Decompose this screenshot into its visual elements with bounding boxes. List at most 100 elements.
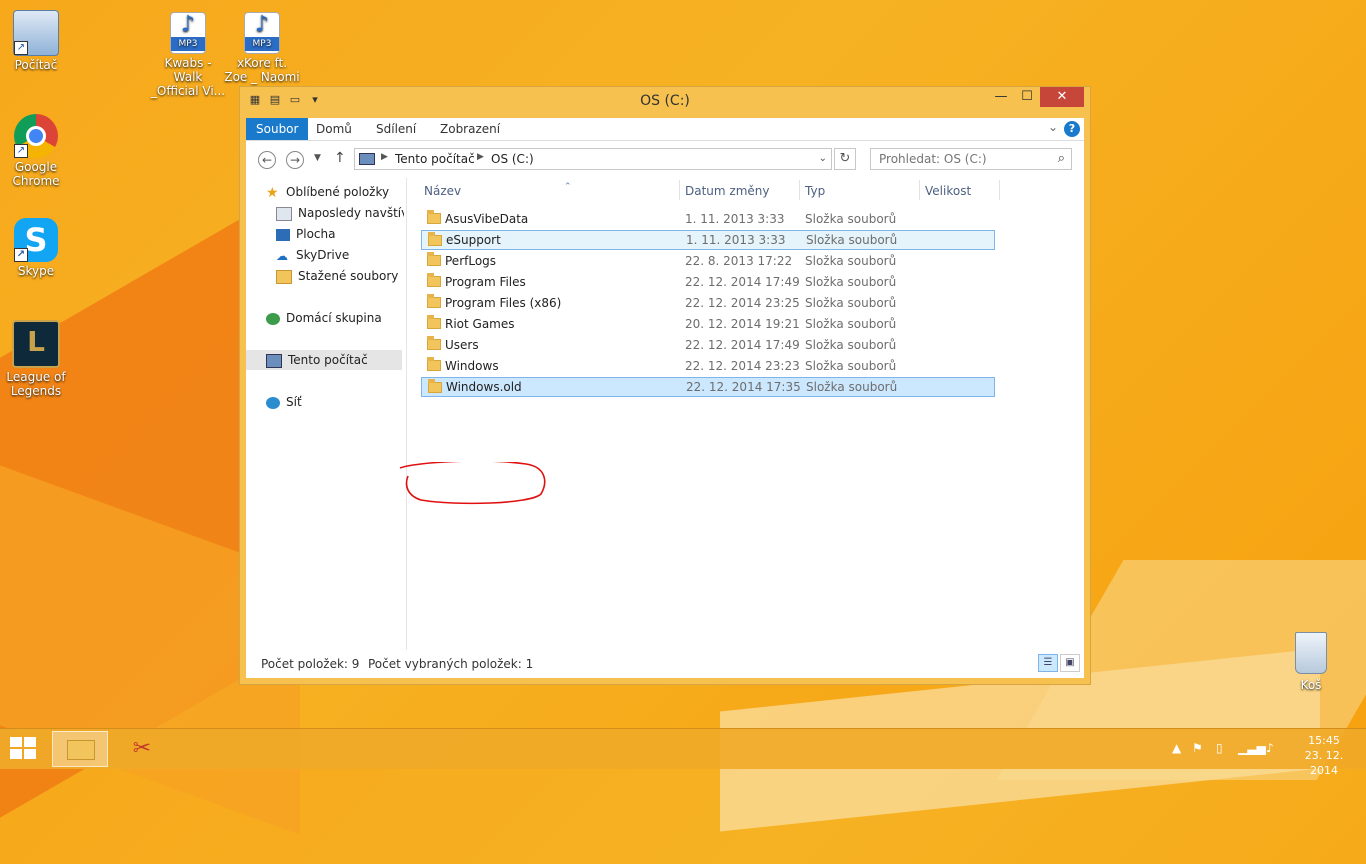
table-row[interactable]: Riot Games 20. 12. 2014 19:21 Složka sou… (421, 314, 995, 334)
nav-network[interactable]: Síť (266, 392, 302, 412)
maximize-button[interactable]: ☐ (1013, 87, 1041, 107)
tab-share[interactable]: Sdílení (366, 118, 426, 140)
league-of-legends-icon: L (12, 320, 60, 368)
explorer-window: ▦ ▤ ▭ ▾ OS (C:) — ☐ ✕ Soubor Domů Sdílen… (240, 87, 1090, 684)
nav-skydrive[interactable]: ☁ SkyDrive (276, 245, 349, 265)
nav-favorites[interactable]: ★ Oblíbené položky (266, 182, 389, 202)
desktop-icon-label: Google Chrome (12, 160, 60, 188)
desktop-icon-skype[interactable]: S ↗ Skype (0, 218, 74, 278)
sort-ascending-icon: ⌃ (564, 182, 572, 192)
column-separator[interactable] (679, 180, 680, 200)
desktop-icon-computer[interactable]: ↗ Počítač (0, 10, 74, 72)
table-row[interactable]: eSupport 1. 11. 2013 3:33 Složka souborů (421, 230, 995, 250)
column-header-date[interactable]: Datum změny (685, 184, 770, 198)
file-name: Windows.old (446, 380, 522, 394)
computer-icon (266, 353, 282, 368)
table-row[interactable]: AsusVibeData 1. 11. 2013 3:33 Složka sou… (421, 209, 995, 229)
recent-locations-icon[interactable]: ▼ (314, 153, 321, 163)
taskbar-snipping-tool[interactable]: ✂ (126, 735, 158, 763)
folder-icon (427, 252, 441, 266)
file-name: Riot Games (445, 317, 515, 331)
clock-date: 23. 12. 2014 (1304, 749, 1344, 777)
minimize-button[interactable]: — (987, 87, 1015, 107)
file-type: Složka souborů (805, 359, 897, 373)
nav-downloads[interactable]: Stažené soubory (276, 266, 398, 286)
volume-icon[interactable]: ♪ (1266, 741, 1274, 755)
homegroup-icon (266, 312, 280, 325)
address-bar[interactable]: ▶ Tento počítač ▶ OS (C:) ⌄ (354, 148, 832, 170)
nav-recent-places[interactable]: Naposledy navštívené (276, 203, 404, 223)
breadcrumb-drive[interactable]: OS (C:) (491, 152, 534, 166)
table-row-selected[interactable]: Windows.old 22. 12. 2014 17:35 Složka so… (421, 377, 995, 397)
taskbar-file-explorer[interactable] (52, 731, 108, 767)
breadcrumb-separator-icon[interactable]: ▶ (477, 152, 484, 162)
column-header-name[interactable]: Název ⌃ (424, 182, 572, 198)
shortcut-arrow-icon: ↗ (14, 248, 28, 262)
desktop-icon-league-of-legends[interactable]: L League of Legends (0, 320, 74, 398)
desktop-icon-chrome[interactable]: ↗ Google Chrome (0, 114, 74, 188)
start-button[interactable] (10, 737, 38, 761)
folder-icon (427, 336, 441, 350)
network-signal-icon[interactable]: ▁▃▅ (1238, 741, 1266, 755)
refresh-button[interactable]: ↻ (834, 148, 856, 170)
file-name: Program Files (x86) (445, 296, 562, 310)
table-row[interactable]: PerfLogs 22. 8. 2013 17:22 Složka soubor… (421, 251, 995, 271)
title-bar[interactable]: ▦ ▤ ▭ ▾ OS (C:) — ☐ ✕ (240, 87, 1090, 115)
help-icon[interactable]: ? (1064, 121, 1080, 137)
table-row[interactable]: Program Files 22. 12. 2014 17:49 Složka … (421, 272, 995, 292)
chrome-icon: ↗ (14, 114, 58, 158)
folder-icon (428, 379, 442, 393)
folder-icon (427, 273, 441, 287)
recent-places-icon (276, 206, 292, 221)
search-input[interactable] (871, 149, 1049, 169)
tab-file[interactable]: Soubor (246, 118, 309, 140)
close-button[interactable]: ✕ (1040, 87, 1084, 107)
nav-this-pc[interactable]: Tento počítač (246, 350, 402, 370)
table-row[interactable]: Users 22. 12. 2014 17:49 Složka souborů (421, 335, 995, 355)
action-center-flag-icon[interactable]: ⚑ (1192, 741, 1203, 755)
folder-icon (427, 315, 441, 329)
table-row[interactable]: Windows 22. 12. 2014 23:23 Složka soubor… (421, 356, 995, 376)
desktop-icon (276, 228, 290, 241)
tab-view[interactable]: Zobrazení (430, 118, 510, 140)
cloud-icon: ☁ (276, 248, 288, 263)
search-box[interactable]: ⌕ (870, 148, 1072, 170)
mp3-file-icon: ♪ MP3 (170, 12, 206, 54)
column-header-size[interactable]: Velikost (925, 184, 971, 198)
column-separator[interactable] (919, 180, 920, 200)
desktop-icon-recycle-bin[interactable]: Koš (1288, 632, 1334, 692)
file-type: Složka souborů (806, 380, 898, 394)
column-separator[interactable] (999, 180, 1000, 200)
ribbon: Soubor Domů Sdílení Zobrazení ⌄ ? (246, 118, 1084, 140)
breadcrumb-separator-icon[interactable]: ▶ (381, 152, 388, 162)
device-icon[interactable]: ▯ (1216, 741, 1223, 755)
forward-button[interactable]: → (286, 151, 304, 169)
file-name: Program Files (445, 275, 526, 289)
file-type: Složka souborů (805, 338, 897, 352)
show-hidden-icons[interactable]: ▲ (1172, 741, 1181, 755)
chevron-down-icon[interactable]: ⌄ (819, 153, 827, 164)
table-row[interactable]: Program Files (x86) 22. 12. 2014 23:25 S… (421, 293, 995, 313)
file-name: Users (445, 338, 479, 352)
file-type: Složka souborů (805, 296, 897, 310)
large-icons-view-button[interactable]: ▣ (1060, 654, 1080, 672)
nav-homegroup[interactable]: Domácí skupina (266, 308, 382, 328)
folder-icon (67, 740, 95, 760)
computer-icon: ↗ (13, 10, 59, 56)
nav-desktop[interactable]: Plocha (276, 224, 335, 244)
tab-home[interactable]: Domů (306, 118, 362, 140)
file-date: 22. 8. 2013 17:22 (685, 254, 793, 268)
details-view-button[interactable]: ☰ (1038, 654, 1058, 672)
up-button[interactable]: ↑ (334, 150, 346, 166)
system-clock[interactable]: 15:45 23. 12. 2014 (1290, 733, 1358, 778)
expand-ribbon-icon[interactable]: ⌄ (1048, 120, 1058, 134)
column-header-type[interactable]: Typ (805, 184, 825, 198)
breadcrumb-this-pc[interactable]: Tento počítač (395, 152, 475, 166)
desktop-icon-mp3-kwabs[interactable]: ♪ MP3 Kwabs - Walk _Official Vi... (150, 12, 226, 98)
back-button[interactable]: ← (258, 151, 276, 169)
status-bar: Počet položek: 9 Počet vybraných položek… (246, 650, 1084, 678)
file-type: Složka souborů (805, 254, 897, 268)
column-separator[interactable] (799, 180, 800, 200)
desktop-icon-mp3-xkore[interactable]: ♪MP3 xKore ft. Zoe _ Naomi - ... (224, 12, 300, 98)
search-icon[interactable]: ⌕ (1058, 151, 1065, 166)
